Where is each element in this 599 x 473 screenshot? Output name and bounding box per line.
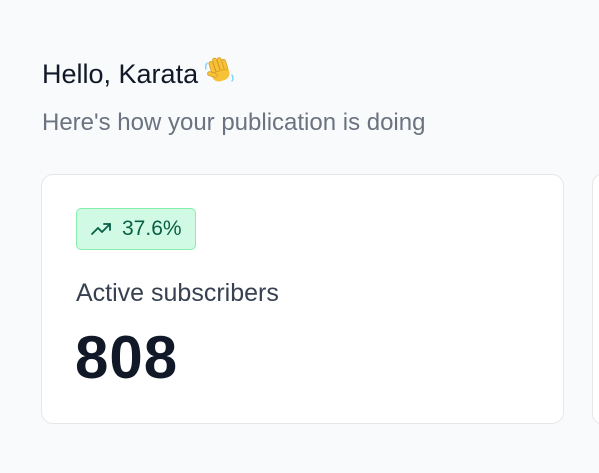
- metric-label: Active subscribers: [76, 279, 279, 307]
- page-subtitle: Here's how your publication is doing: [42, 109, 426, 136]
- stat-card-active-subscribers: 37.6% Active subscribers 808: [41, 174, 564, 424]
- dashboard-page: Hello, Karata Here's how your publicatio…: [0, 0, 599, 473]
- greeting-text: Hello, Karata: [42, 59, 199, 89]
- metric-value: 808: [75, 324, 179, 391]
- waving-hand-icon: [204, 54, 236, 94]
- change-badge: 37.6%: [76, 208, 196, 250]
- stat-card-partial: [592, 174, 599, 424]
- change-value: 37.6%: [122, 217, 182, 240]
- greeting-heading: Hello, Karata: [42, 54, 236, 94]
- trending-up-icon: [90, 221, 114, 237]
